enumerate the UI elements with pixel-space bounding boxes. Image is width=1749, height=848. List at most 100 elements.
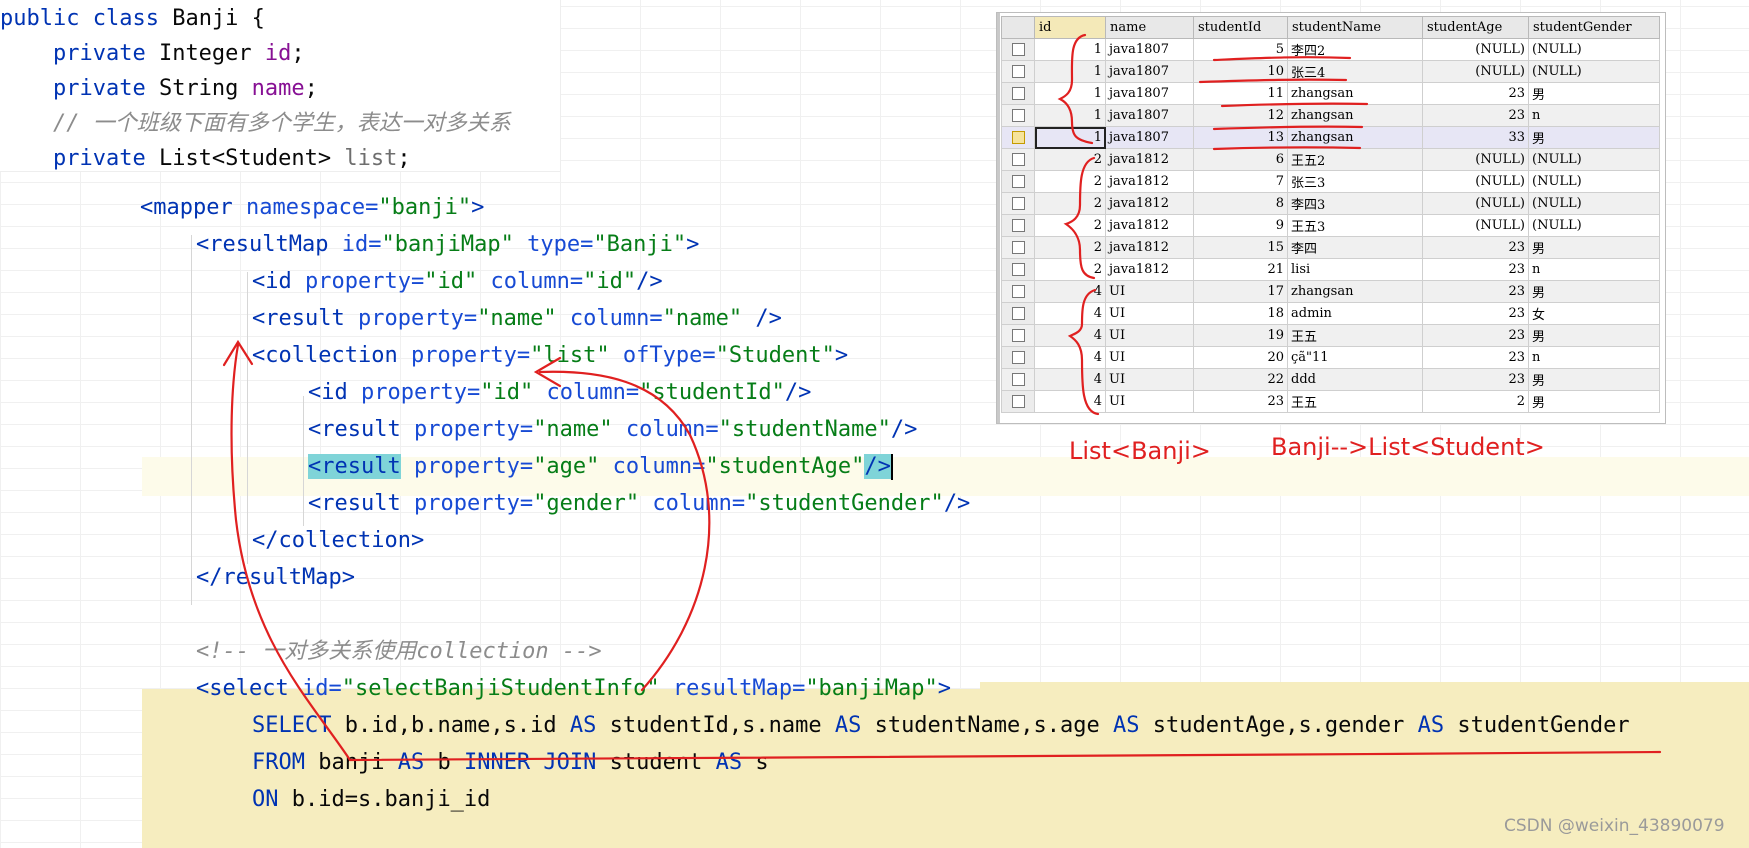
row-selector-checkbox[interactable] <box>1001 126 1035 149</box>
table-cell-id[interactable]: 1 <box>1034 60 1106 83</box>
table-cell-name[interactable]: java1807 <box>1105 82 1194 105</box>
table-cell-studentname[interactable]: lisi <box>1287 258 1423 281</box>
table-row[interactable]: 2 java1812 8 李四3 (NULL) (NULL) <box>1001 192 1660 215</box>
table-cell-studentgender[interactable]: 男 <box>1528 126 1660 149</box>
table-row[interactable]: 4 UI 20 çã"11 23 n <box>1001 346 1660 369</box>
table-cell-studentname[interactable]: 李四 <box>1287 236 1423 259</box>
table-row[interactable]: 2 java1812 21 lisi 23 n <box>1001 258 1660 281</box>
table-cell-id[interactable]: 2 <box>1034 192 1106 215</box>
query-result-grid[interactable]: id name studentId studentName studentAge… <box>996 12 1666 424</box>
table-row[interactable]: 4 UI 22 ddd 23 男 <box>1001 368 1660 391</box>
table-cell-studentname[interactable]: 王五 <box>1287 390 1423 413</box>
table-cell-name[interactable]: java1812 <box>1105 258 1194 281</box>
table-cell-studentgender[interactable]: 女 <box>1528 302 1660 325</box>
row-selector-checkbox[interactable] <box>1001 148 1035 171</box>
table-cell-studentid[interactable]: 12 <box>1193 104 1288 127</box>
table-cell-studentid[interactable]: 11 <box>1193 82 1288 105</box>
table-cell-studentid[interactable]: 8 <box>1193 192 1288 215</box>
table-cell-studentgender[interactable]: 男 <box>1528 82 1660 105</box>
row-selector-header[interactable] <box>1001 16 1035 39</box>
table-cell-studentage[interactable]: 23 <box>1422 368 1529 391</box>
table-cell-studentgender[interactable]: (NULL) <box>1528 192 1660 215</box>
row-selector-checkbox[interactable] <box>1001 60 1035 83</box>
table-row[interactable]: 1 java1807 11 zhangsan 23 男 <box>1001 82 1660 105</box>
row-selector-checkbox[interactable] <box>1001 192 1035 215</box>
table-row[interactable]: 2 java1812 15 李四 23 男 <box>1001 236 1660 259</box>
table-cell-studentid[interactable]: 5 <box>1193 38 1288 61</box>
table-cell-studentgender[interactable]: 男 <box>1528 368 1660 391</box>
row-selector-checkbox[interactable] <box>1001 390 1035 413</box>
table-cell-studentage[interactable]: 23 <box>1422 258 1529 281</box>
table-cell-name[interactable]: java1807 <box>1105 126 1194 149</box>
column-header-studentid[interactable]: studentId <box>1193 16 1288 39</box>
table-cell-studentgender[interactable]: n <box>1528 104 1660 127</box>
table-cell-studentname[interactable]: admin <box>1287 302 1423 325</box>
table-cell-name[interactable]: UI <box>1105 346 1194 369</box>
table-row[interactable]: 2 java1812 7 张三3 (NULL) (NULL) <box>1001 170 1660 193</box>
table-cell-studentage[interactable]: 23 <box>1422 104 1529 127</box>
table-cell-id[interactable]: 4 <box>1034 368 1106 391</box>
table-row[interactable]: 1 java1807 13 zhangsan 33 男 <box>1001 126 1660 149</box>
row-selector-checkbox[interactable] <box>1001 302 1035 325</box>
table-cell-studentname[interactable]: zhangsan <box>1287 280 1423 303</box>
table-cell-studentgender[interactable]: 男 <box>1528 390 1660 413</box>
row-selector-checkbox[interactable] <box>1001 346 1035 369</box>
table-cell-studentname[interactable]: ddd <box>1287 368 1423 391</box>
table-cell-studentage[interactable]: (NULL) <box>1422 192 1529 215</box>
table-cell-name[interactable]: java1812 <box>1105 170 1194 193</box>
table-cell-name[interactable]: java1812 <box>1105 236 1194 259</box>
table-cell-studentid[interactable]: 10 <box>1193 60 1288 83</box>
table-cell-studentname[interactable]: 张三4 <box>1287 60 1423 83</box>
table-cell-studentage[interactable]: 2 <box>1422 390 1529 413</box>
column-header-studentage[interactable]: studentAge <box>1422 16 1529 39</box>
table-cell-studentname[interactable]: 李四2 <box>1287 38 1423 61</box>
table-cell-studentage[interactable]: 23 <box>1422 302 1529 325</box>
table-cell-id[interactable]: 1 <box>1034 82 1106 105</box>
table-row[interactable]: 4 UI 19 王五 23 男 <box>1001 324 1660 347</box>
table-cell-id[interactable]: 1 <box>1034 104 1106 127</box>
table-cell-studentgender[interactable]: (NULL) <box>1528 60 1660 83</box>
column-header-name[interactable]: name <box>1105 16 1194 39</box>
table-cell-studentgender[interactable]: 男 <box>1528 280 1660 303</box>
table-cell-studentid[interactable]: 22 <box>1193 368 1288 391</box>
table-cell-studentid[interactable]: 13 <box>1193 126 1288 149</box>
table-cell-id[interactable]: 4 <box>1034 324 1106 347</box>
table-cell-studentid[interactable]: 6 <box>1193 148 1288 171</box>
column-header-studentgender[interactable]: studentGender <box>1528 16 1660 39</box>
row-selector-checkbox[interactable] <box>1001 82 1035 105</box>
table-cell-id[interactable]: 2 <box>1034 258 1106 281</box>
table-cell-studentage[interactable]: 23 <box>1422 82 1529 105</box>
table-cell-studentgender[interactable]: (NULL) <box>1528 148 1660 171</box>
table-cell-studentage[interactable]: (NULL) <box>1422 60 1529 83</box>
table-cell-id[interactable]: 4 <box>1034 390 1106 413</box>
row-selector-checkbox[interactable] <box>1001 236 1035 259</box>
table-cell-id[interactable]: 4 <box>1034 280 1106 303</box>
table-cell-name[interactable]: java1812 <box>1105 214 1194 237</box>
table-cell-studentid[interactable]: 23 <box>1193 390 1288 413</box>
table-cell-studentgender[interactable]: n <box>1528 346 1660 369</box>
table-row[interactable]: 4 UI 17 zhangsan 23 男 <box>1001 280 1660 303</box>
table-cell-id[interactable]: 1 <box>1034 126 1106 149</box>
table-cell-studentid[interactable]: 17 <box>1193 280 1288 303</box>
table-cell-name[interactable]: java1812 <box>1105 148 1194 171</box>
table-cell-studentid[interactable]: 21 <box>1193 258 1288 281</box>
row-selector-checkbox[interactable] <box>1001 324 1035 347</box>
table-cell-name[interactable]: UI <box>1105 280 1194 303</box>
table-cell-studentid[interactable]: 20 <box>1193 346 1288 369</box>
row-selector-checkbox[interactable] <box>1001 258 1035 281</box>
table-cell-id[interactable]: 2 <box>1034 214 1106 237</box>
table-cell-name[interactable]: UI <box>1105 324 1194 347</box>
table-cell-id[interactable]: 4 <box>1034 302 1106 325</box>
row-selector-checkbox[interactable] <box>1001 104 1035 127</box>
table-cell-name[interactable]: java1807 <box>1105 60 1194 83</box>
table-cell-studentage[interactable]: (NULL) <box>1422 170 1529 193</box>
table-cell-studentname[interactable]: zhangsan <box>1287 126 1423 149</box>
table-cell-studentgender[interactable]: (NULL) <box>1528 214 1660 237</box>
table-cell-studentname[interactable]: 王五 <box>1287 324 1423 347</box>
table-cell-studentage[interactable]: 23 <box>1422 324 1529 347</box>
table-cell-studentname[interactable]: zhangsan <box>1287 82 1423 105</box>
table-cell-name[interactable]: UI <box>1105 302 1194 325</box>
table-cell-id[interactable]: 2 <box>1034 148 1106 171</box>
table-cell-id[interactable]: 2 <box>1034 236 1106 259</box>
table-cell-name[interactable]: UI <box>1105 390 1194 413</box>
